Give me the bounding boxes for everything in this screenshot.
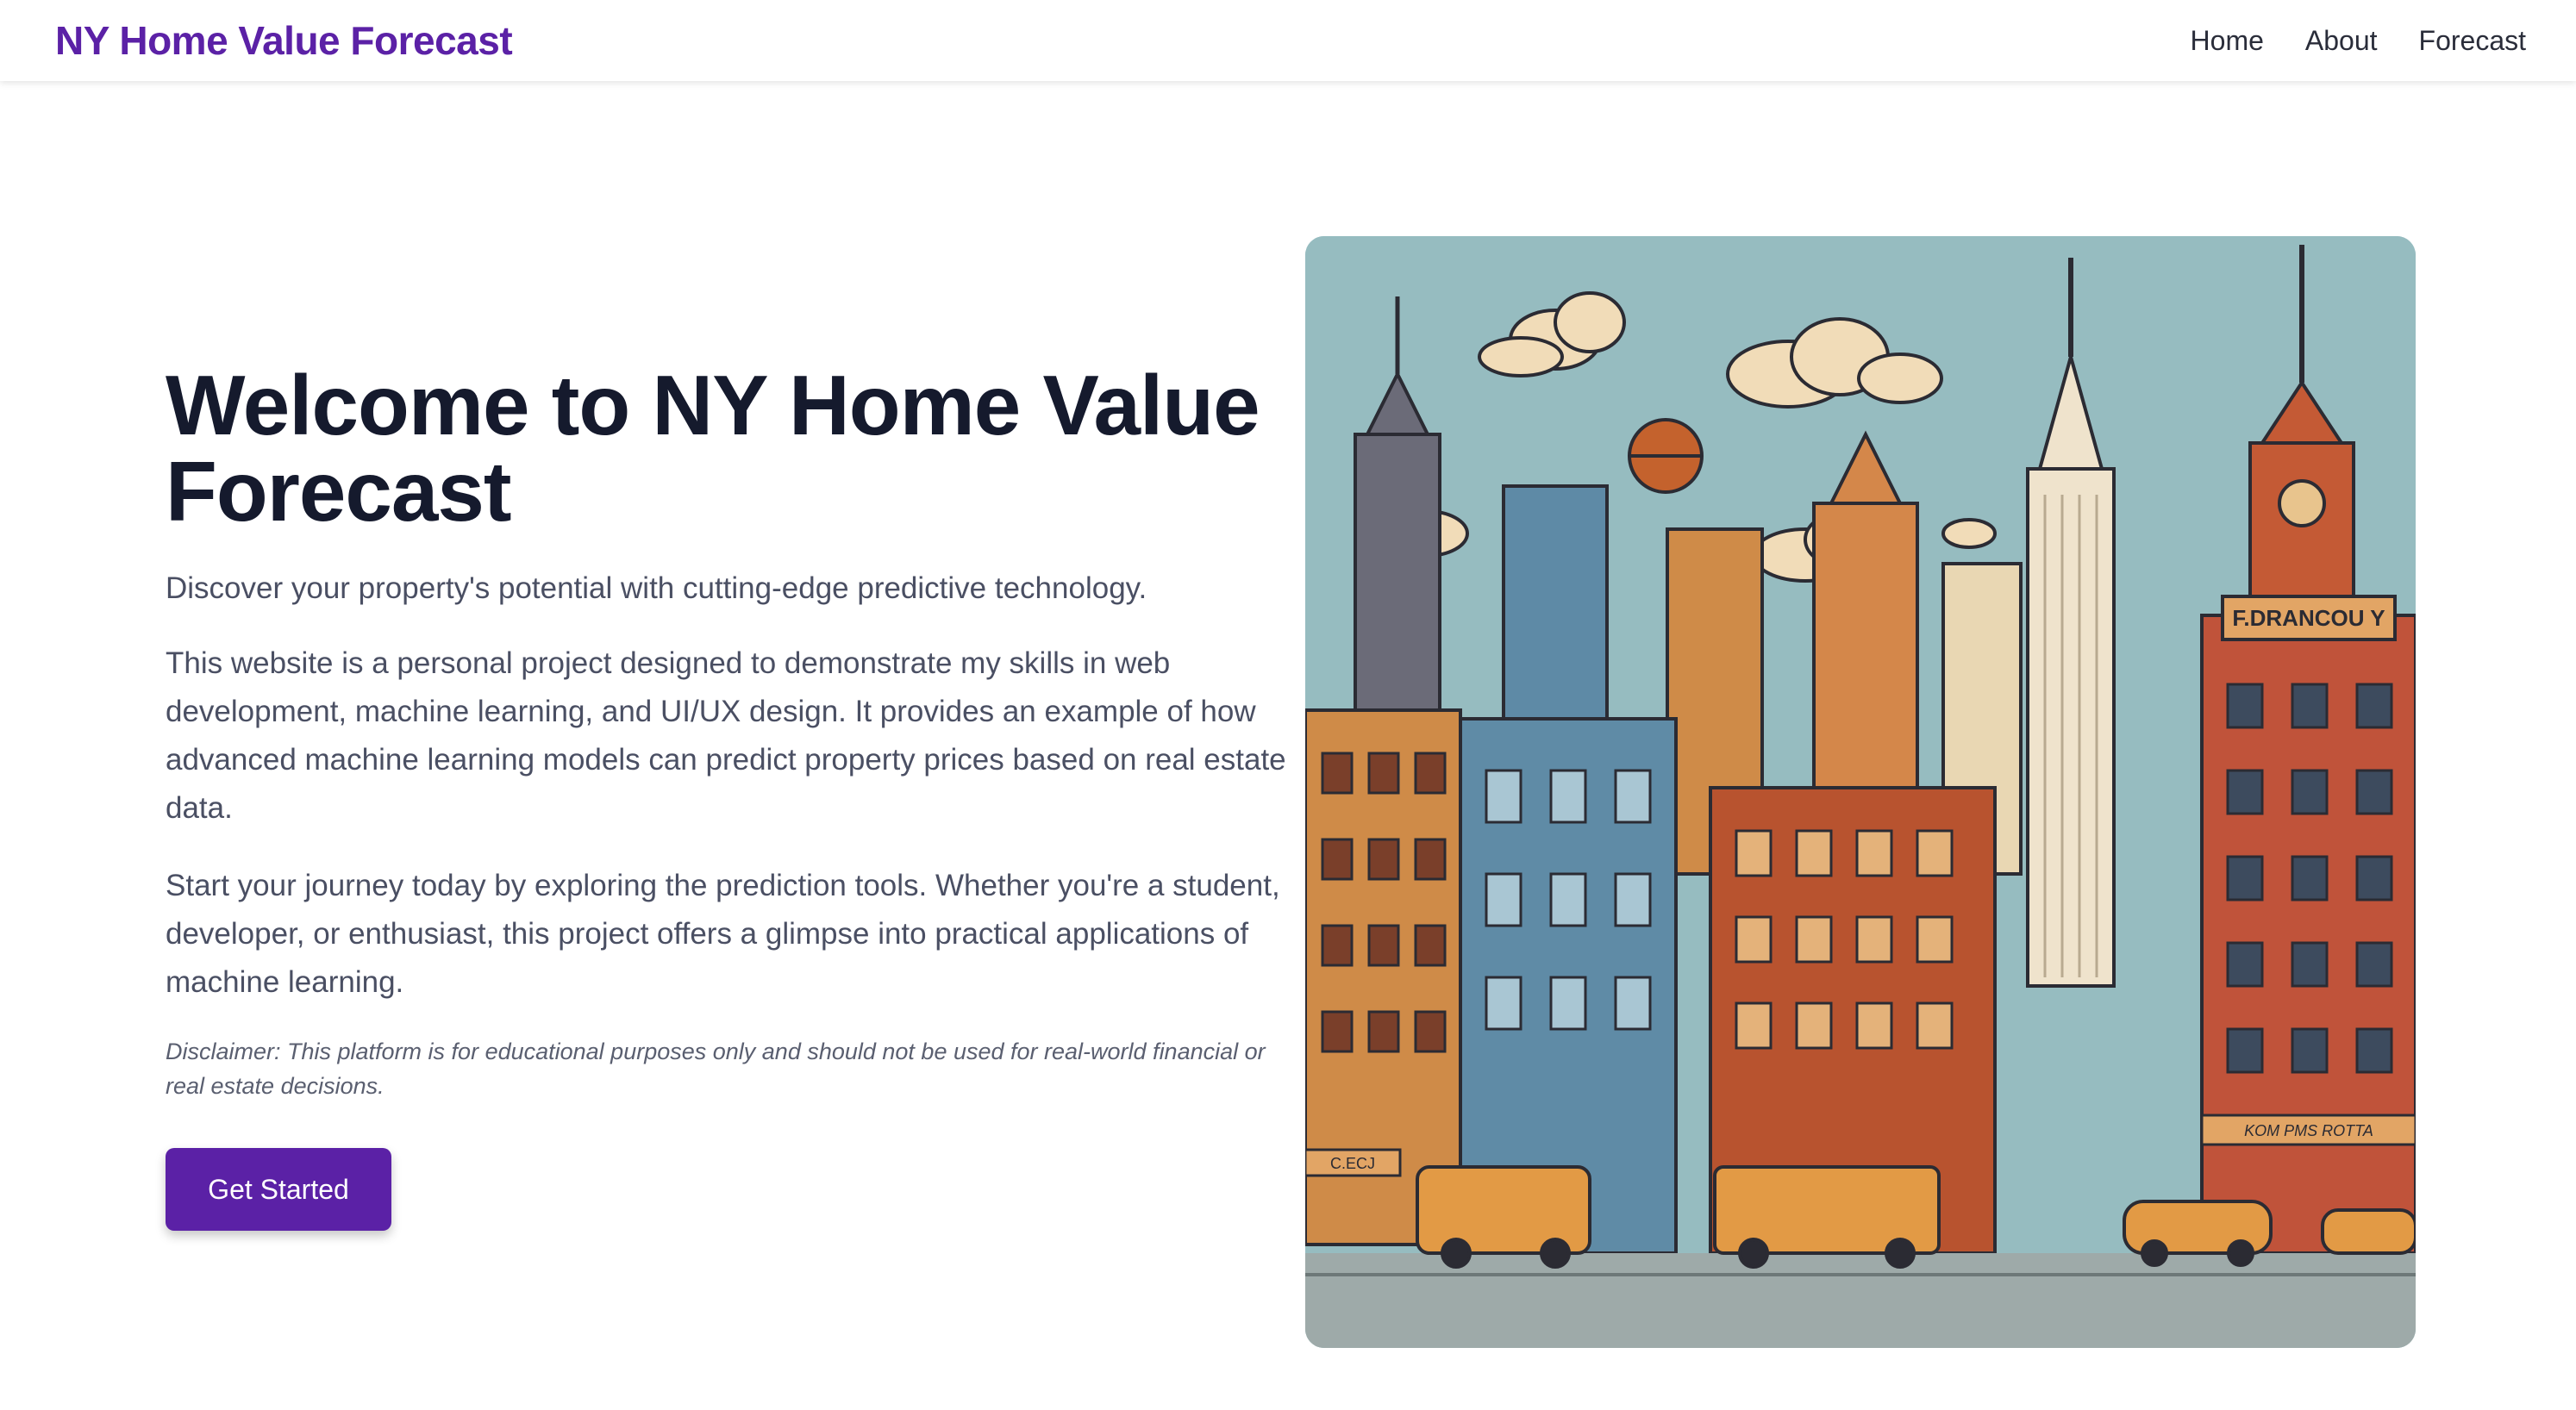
hero-text-section: Welcome to NY Home Value Forecast Discov… — [166, 362, 1304, 1231]
hero-title: Welcome to NY Home Value Forecast — [166, 358, 1260, 539]
brand-logo-link[interactable]: NY Home Value Forecast — [55, 17, 513, 64]
city-illustration-svg: F.DRANCOU Y KOM PMS ROTTA C.ECJ — [1305, 236, 2416, 1348]
storefront-sign-text: F.DRANCOU Y — [2232, 605, 2385, 631]
navbar: NY Home Value Forecast Home About Foreca… — [0, 0, 2576, 81]
hero-paragraph-intro: This website is a personal project desig… — [166, 646, 1286, 825]
awning-sign-text: KOM PMS ROTTA — [2244, 1122, 2373, 1139]
hero-tagline: Discover your property's potential with … — [166, 571, 1147, 605]
hero-paragraph-journey: Start your journey today by exploring th… — [166, 869, 1280, 999]
nav-link-about[interactable]: About — [2305, 25, 2378, 57]
nav-link-home[interactable]: Home — [2191, 25, 2264, 57]
nav-link-forecast[interactable]: Forecast — [2419, 25, 2526, 57]
shop-sign-text: C.ECJ — [1330, 1155, 1375, 1172]
nyc-skyline-illustration: F.DRANCOU Y KOM PMS ROTTA C.ECJ — [1305, 236, 2416, 1348]
get-started-button[interactable]: Get Started — [166, 1148, 391, 1231]
disclaimer-text: Disclaimer: This platform is for educati… — [166, 1039, 1266, 1099]
nav-links: Home About Forecast — [2191, 25, 2526, 57]
